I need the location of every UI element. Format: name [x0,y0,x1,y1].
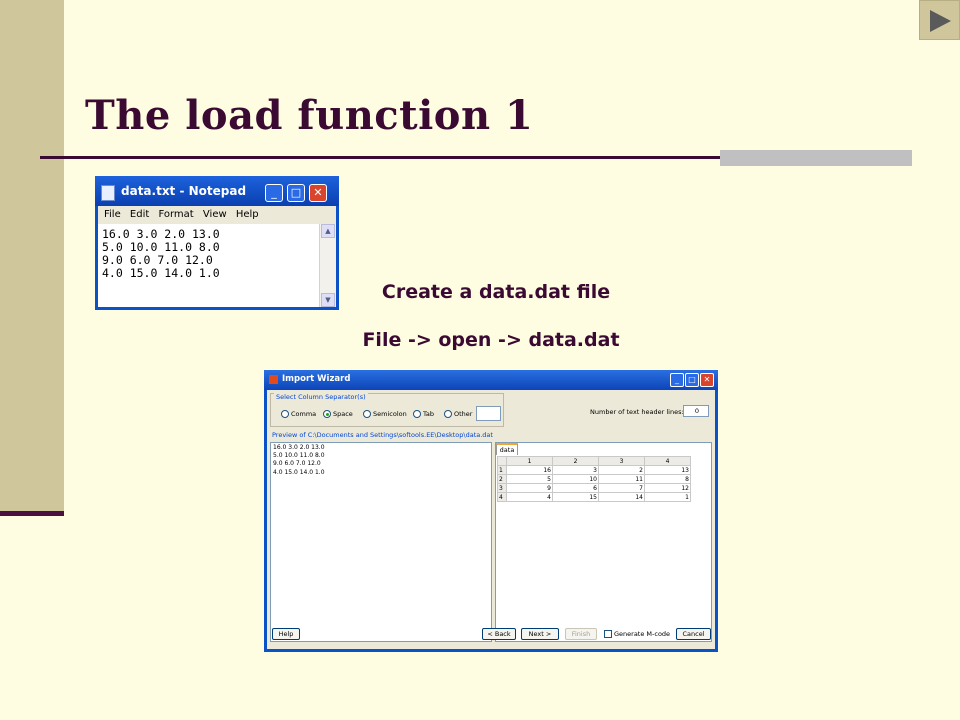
play-arrow-icon [930,10,951,32]
grid-cell[interactable]: 6 [552,483,599,493]
cancel-button[interactable]: Cancel [676,628,711,640]
import-wizard-window: Import Wizard _ □ ✕ Select Column Separa… [264,370,718,652]
next-button[interactable]: Next > [521,628,559,640]
separator-group: Select Column Separator(s) Comma Space S… [270,393,504,427]
grid-cell[interactable]: 11 [598,474,645,484]
matlab-icon [269,375,278,384]
wizard-close-button[interactable]: ✕ [700,373,714,387]
notepad-title-bar: data.txt - Notepad _ □ ✕ [95,176,339,206]
header-lines-spinner[interactable]: 0 [683,405,709,417]
table-row: 2 5 10 11 8 [497,474,691,484]
radio-tab[interactable]: Tab [413,410,434,418]
grid-cell[interactable]: 1 [644,492,691,502]
wizard-maximize-button[interactable]: □ [685,373,699,387]
sidebar-band [0,0,64,512]
preview-label: Preview of C:\Documents and Settings\sof… [272,431,493,439]
column-header[interactable]: 1 [506,456,553,466]
other-separator-input[interactable] [476,406,501,421]
grid-cell[interactable]: 2 [598,465,645,475]
column-header[interactable]: 4 [644,456,691,466]
grid-cell[interactable]: 8 [644,474,691,484]
menu-file[interactable]: File [104,209,121,220]
table-row: 3 9 6 7 12 [497,483,691,493]
menu-view[interactable]: View [203,209,227,220]
radio-space[interactable]: Space [323,410,353,418]
row-header: 1 [497,465,507,475]
help-button[interactable]: Help [272,628,300,640]
grid-corner [497,456,507,466]
grid-cell[interactable]: 5 [506,474,553,484]
preview-pane[interactable]: 16.0 3.0 2.0 13.0 5.0 10.0 11.0 8.0 9.0 … [270,442,492,642]
title-accent-bar [720,150,912,166]
radio-other-label: Other [454,410,473,418]
generate-mcode-checkbox[interactable]: Generate M-code [604,630,670,638]
radio-space-icon [323,410,331,418]
tab-data[interactable]: data [496,443,518,455]
separator-group-label: Select Column Separator(s) [274,393,368,401]
maximize-button[interactable]: □ [287,184,305,202]
wizard-title-bar: Import Wizard _ □ ✕ [264,370,718,390]
generate-mcode-label: Generate M-code [614,630,671,638]
table-row: 4 4 15 14 1 [497,492,691,502]
sidebar-accent-line [0,511,64,516]
radio-semicolon[interactable]: Semicolon [363,410,407,418]
radio-tab-icon [413,410,421,418]
radio-semicolon-label: Semicolon [373,410,407,418]
grid-cell[interactable]: 16 [506,465,553,475]
grid-header-row: 1 2 3 4 [497,456,691,466]
grid-cell[interactable]: 7 [598,483,645,493]
caption-file-open: File -> open -> data.dat [362,329,620,351]
preview-text: 16.0 3.0 2.0 13.0 5.0 10.0 11.0 8.0 9.0 … [273,444,325,476]
wizard-body: Select Column Separator(s) Comma Space S… [267,390,715,649]
radio-space-label: Space [333,410,353,418]
checkbox-icon [604,630,612,638]
row-header: 3 [497,483,507,493]
scroll-up-icon[interactable]: ▲ [321,224,335,238]
menu-format[interactable]: Format [158,209,193,220]
column-header[interactable]: 3 [598,456,645,466]
finish-button[interactable]: Finish [565,628,597,640]
radio-semicolon-icon [363,410,371,418]
caption-create-file: Create a data.dat file [381,281,611,303]
back-button[interactable]: < Back [482,628,516,640]
data-grid: 1 2 3 4 1 16 3 2 13 2 5 10 11 8 3 9 6 7 … [497,456,691,502]
menu-help[interactable]: Help [236,209,259,220]
grid-cell[interactable]: 12 [644,483,691,493]
notepad-menu-bar: File Edit Format View Help [98,206,336,224]
radio-other-icon [444,410,452,418]
table-row: 1 16 3 2 13 [497,465,691,475]
radio-comma[interactable]: Comma [281,410,316,418]
row-header: 4 [497,492,507,502]
notepad-app-icon [101,185,115,201]
radio-other[interactable]: Other [444,410,472,418]
radio-comma-icon [281,410,289,418]
wizard-title: Import Wizard [282,374,351,384]
grid-cell[interactable]: 14 [598,492,645,502]
close-button[interactable]: ✕ [309,184,327,202]
radio-tab-label: Tab [423,410,435,418]
column-header[interactable]: 2 [552,456,599,466]
menu-edit[interactable]: Edit [130,209,149,220]
next-slide-button[interactable] [919,0,960,40]
grid-cell[interactable]: 15 [552,492,599,502]
header-lines-label: Number of text header lines: [590,408,684,416]
slide-title: The load function 1 [85,92,534,139]
grid-cell[interactable]: 10 [552,474,599,484]
minimize-button[interactable]: _ [265,184,283,202]
grid-cell[interactable]: 13 [644,465,691,475]
notepad-content: 16.0 3.0 2.0 13.0 5.0 10.0 11.0 8.0 9.0 … [102,227,220,280]
grid-cell[interactable]: 4 [506,492,553,502]
grid-cell[interactable]: 3 [552,465,599,475]
data-tab-pane: data 1 2 3 4 1 16 3 2 13 2 5 10 11 8 3 9… [495,442,712,642]
notepad-title: data.txt - Notepad [121,184,247,198]
grid-cell[interactable]: 9 [506,483,553,493]
wizard-minimize-button[interactable]: _ [670,373,684,387]
radio-comma-label: Comma [291,410,317,418]
row-header: 2 [497,474,507,484]
